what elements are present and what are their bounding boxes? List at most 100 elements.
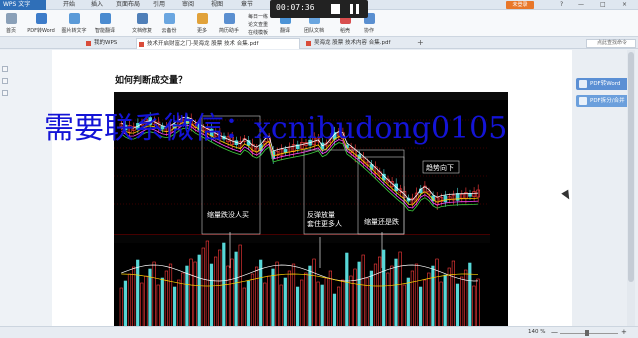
pane-pdf-to-word-button[interactable]: PDF转Word — [576, 78, 632, 90]
pane-pdf-split-button[interactable]: PDF拆分/合并 — [576, 95, 632, 107]
template-link[interactable]: 在线模板 — [248, 29, 268, 36]
volume-bar — [267, 275, 271, 328]
translate-icon — [100, 13, 111, 24]
volume-bar — [382, 249, 386, 328]
volume-bar — [427, 272, 431, 328]
volume-bar — [222, 242, 226, 328]
volume-bar — [435, 258, 439, 328]
volume-bar — [332, 293, 337, 328]
volume-bar — [324, 277, 328, 328]
volume-bar — [279, 284, 283, 328]
document-heading: 如何判断成交量？ — [115, 76, 188, 86]
volume-header — [114, 235, 508, 243]
menu-layout[interactable]: 页面布局 — [116, 0, 140, 10]
volume-bar — [296, 286, 300, 328]
menu-reference[interactable]: 引用 — [153, 0, 165, 10]
volume-bar — [316, 281, 320, 328]
volume-bar — [160, 277, 164, 328]
thumbnail-icon[interactable] — [2, 78, 8, 84]
bookmark-icon[interactable] — [2, 90, 8, 96]
tab-second-pdf[interactable]: 吴海龙 股票 技术内容 合集.pdf — [304, 38, 412, 49]
login-button[interactable]: 未登录 — [506, 1, 534, 9]
smart-translate-button[interactable]: 智能翻译 — [95, 12, 115, 36]
cloud-backup-button[interactable]: 云备份 — [160, 12, 178, 36]
tab-active-pdf[interactable]: 技术开启财富之门-吴海龙 股票 技术 合集.pdf — [136, 38, 300, 49]
pdf-word-icon — [36, 13, 47, 24]
menu-insert[interactable]: 插入 — [91, 0, 103, 10]
cloud-backup-icon — [164, 13, 175, 24]
volume-bar — [234, 251, 238, 328]
zoom-slider[interactable] — [560, 333, 618, 334]
volume-bar — [377, 256, 382, 328]
volume-bar — [214, 256, 218, 328]
menu-review[interactable]: 审阅 — [182, 0, 194, 10]
minimize-button[interactable]: — — [578, 0, 584, 10]
volume-ma-white — [121, 264, 479, 282]
volume-bar — [123, 280, 128, 328]
annotation-low-volume-drop: 缩量跌没人买 — [207, 210, 249, 219]
more-button[interactable]: 更多 — [194, 12, 210, 36]
volume-bar — [386, 272, 390, 328]
volume-bar — [283, 277, 287, 328]
tab-my-wps[interactable]: 我的WPS — [84, 38, 132, 49]
image-to-text-button[interactable]: 图片转文字 — [61, 12, 87, 36]
plagiarism-link[interactable]: 论文查重 — [248, 21, 268, 28]
volume-bar — [271, 268, 275, 328]
zoom-out-button[interactable]: — — [551, 328, 558, 336]
chart-header — [114, 92, 508, 100]
volume-bar — [304, 272, 308, 328]
daily-practice-link[interactable]: 每日一练 — [248, 13, 268, 20]
command-search-input[interactable]: 点此查找命令 — [586, 39, 636, 48]
volume-bar — [259, 259, 263, 328]
home-button[interactable]: 首页 — [4, 12, 18, 36]
volume-bar — [443, 274, 447, 328]
volume-bar — [447, 267, 451, 328]
new-tab-button[interactable]: + — [417, 37, 424, 49]
help-button[interactable]: ? — [560, 0, 563, 10]
volume-bar — [451, 260, 456, 328]
volume-bar — [189, 258, 193, 328]
zoom-level: 140 % — [528, 329, 546, 335]
volume-bar — [185, 265, 189, 328]
volume-bar — [226, 265, 230, 328]
document-tabs: 我的WPS 技术开启财富之门-吴海龙 股票 技术 合集.pdf 吴海龙 股票 技… — [0, 37, 638, 49]
zoom-in-button[interactable]: + — [621, 328, 627, 336]
volume-bar — [255, 266, 259, 328]
volume-bar — [131, 266, 136, 328]
volume-bar — [431, 265, 435, 328]
volume-bar — [144, 275, 148, 328]
volume-bar — [156, 284, 160, 328]
volume-bar — [250, 273, 255, 328]
volume-bar — [193, 261, 197, 328]
menu-section[interactable]: 章节 — [241, 0, 253, 10]
volume-bar — [341, 279, 345, 328]
close-button[interactable]: × — [622, 0, 627, 10]
menu-view[interactable]: 视图 — [211, 0, 223, 10]
pdf-to-word-button[interactable]: PDF转Word — [27, 12, 55, 36]
volume-bar — [418, 286, 423, 328]
volume-bar — [291, 263, 296, 328]
volume-bar — [468, 262, 472, 328]
volume-bar — [328, 270, 333, 328]
doc-repair-button[interactable]: 文档修复 — [132, 12, 152, 36]
volume-bar — [357, 261, 361, 328]
pause-icon[interactable] — [350, 4, 353, 14]
volume-bar — [423, 279, 427, 328]
scroll-thumb[interactable] — [628, 52, 634, 282]
volume-bar — [300, 279, 304, 328]
app-menu-button[interactable]: WPS 文字 — [0, 0, 46, 10]
volume-bar — [320, 284, 324, 328]
nav-icon[interactable] — [2, 66, 8, 72]
stop-icon[interactable] — [331, 4, 340, 14]
resume-button[interactable]: 简历助手 — [219, 12, 239, 36]
watermark-text: 需要联系微信：xcnibudong0105 — [44, 111, 508, 146]
maximize-button[interactable]: □ — [600, 0, 606, 10]
volume-bar — [275, 261, 279, 328]
annotation-shrink-still-drop: 缩量还是跌 — [364, 217, 399, 226]
zoom-thumb[interactable] — [585, 330, 589, 336]
menu-start[interactable]: 开始 — [63, 0, 75, 10]
volume-bar — [414, 263, 419, 328]
volume-bar — [181, 272, 185, 328]
volume-bar — [197, 254, 201, 328]
volume-bar — [369, 270, 374, 328]
